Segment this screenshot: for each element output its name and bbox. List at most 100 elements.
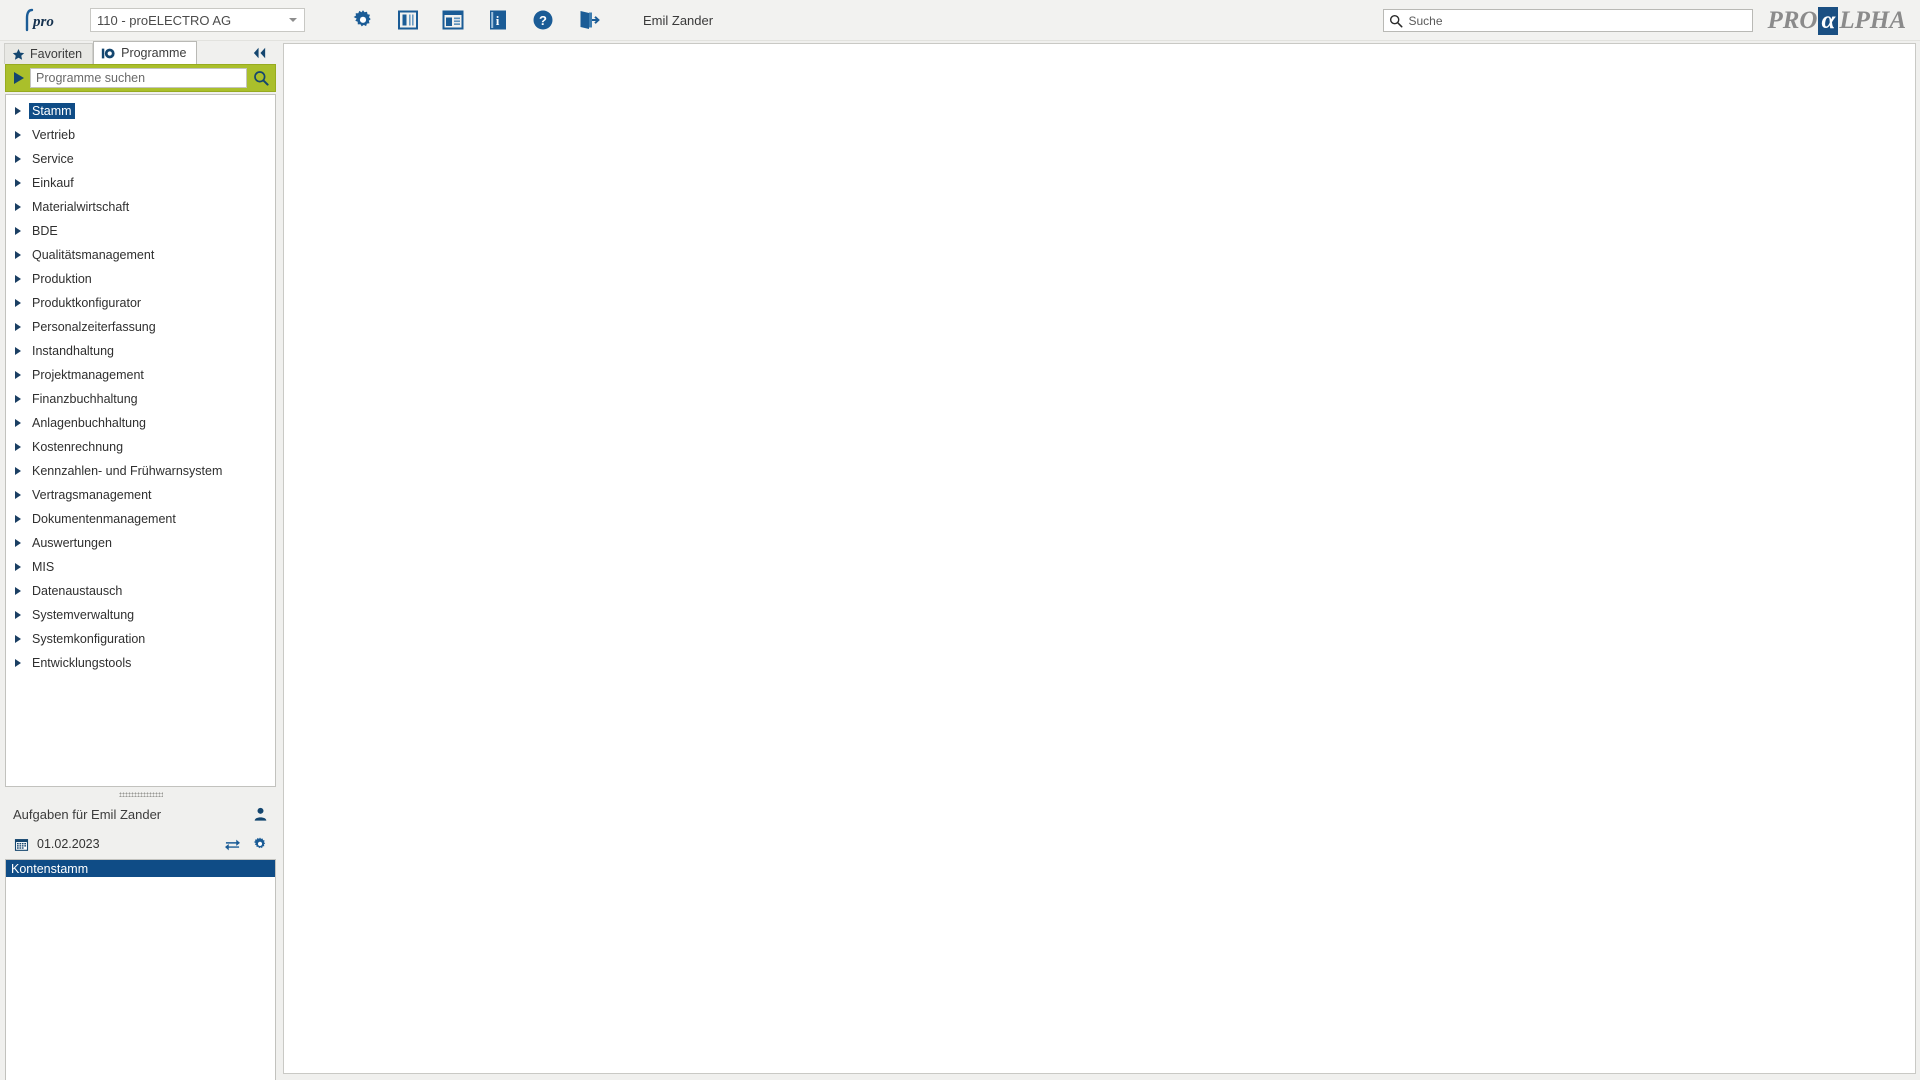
chevron-right-icon[interactable] bbox=[15, 227, 29, 235]
pro-logo: pro bbox=[22, 5, 68, 35]
proalpha-logo: PRO α LPHA bbox=[1767, 6, 1906, 35]
tree-item[interactable]: Qualitätsmanagement bbox=[6, 243, 275, 267]
calendar-icon[interactable] bbox=[13, 836, 29, 852]
chevron-right-icon[interactable] bbox=[15, 299, 29, 307]
tree-item-label: Anlagenbuchhaltung bbox=[32, 416, 146, 430]
tree-item[interactable]: Stamm bbox=[6, 99, 275, 123]
tree-item[interactable]: Instandhaltung bbox=[6, 339, 275, 363]
program-tree: Stamm Vertrieb Service Einkauf Materialwirts… bbox=[6, 95, 275, 675]
tree-item[interactable]: Vertragsmanagement bbox=[6, 483, 275, 507]
svg-text:i: i bbox=[495, 13, 499, 28]
splitter-grip bbox=[118, 792, 163, 797]
tree-item-label: Systemverwaltung bbox=[32, 608, 135, 622]
chevron-right-icon[interactable] bbox=[15, 323, 29, 331]
search-input[interactable]: Suche bbox=[1383, 9, 1754, 32]
search-placeholder: Suche bbox=[1408, 13, 1443, 28]
chevron-right-icon[interactable] bbox=[15, 659, 29, 667]
chevron-right-icon[interactable] bbox=[15, 203, 29, 211]
tasks-panel: Aufgaben für Emil Zander 01.02.2023 Kont… bbox=[5, 799, 276, 1080]
chevron-right-icon[interactable] bbox=[15, 563, 29, 571]
brand-part-2: LPHA bbox=[1839, 6, 1906, 34]
tree-item[interactable]: Materialwirtschaft bbox=[6, 195, 275, 219]
main-content-area bbox=[281, 41, 1920, 1080]
main-workspace[interactable] bbox=[283, 43, 1916, 1074]
programs-icon bbox=[101, 48, 115, 58]
tab-favoriten[interactable]: Favoriten bbox=[4, 43, 94, 64]
logout-icon[interactable] bbox=[574, 7, 601, 34]
gear-icon[interactable] bbox=[250, 834, 270, 854]
chevron-right-icon[interactable] bbox=[15, 611, 29, 619]
tree-item[interactable]: Personalzeiterfassung bbox=[6, 315, 275, 339]
tree-item-label: Finanzbuchhaltung bbox=[32, 392, 138, 406]
chevron-right-icon[interactable] bbox=[15, 443, 29, 451]
chevron-right-icon[interactable] bbox=[15, 251, 29, 259]
tree-item[interactable]: Dokumentenmanagement bbox=[6, 507, 275, 531]
collapse-sidebar-button[interactable] bbox=[249, 44, 269, 62]
chevron-right-icon[interactable] bbox=[15, 419, 29, 427]
tree-item-label: MIS bbox=[32, 560, 55, 574]
chevron-right-icon[interactable] bbox=[15, 155, 29, 163]
program-search-placeholder: Programme suchen bbox=[36, 71, 146, 85]
help-icon[interactable]: ? bbox=[529, 7, 556, 34]
chevron-right-icon[interactable] bbox=[15, 395, 29, 403]
tree-item[interactable]: Entwicklungstools bbox=[6, 651, 275, 675]
chevron-right-icon[interactable] bbox=[15, 515, 29, 523]
program-search-input[interactable]: Programme suchen bbox=[30, 68, 247, 88]
tree-item[interactable]: Anlagenbuchhaltung bbox=[6, 411, 275, 435]
window-split-icon[interactable] bbox=[394, 7, 421, 34]
chevron-right-icon[interactable] bbox=[15, 179, 29, 187]
chevron-right-icon[interactable] bbox=[15, 467, 29, 475]
tab-programme-label: Programme bbox=[121, 46, 187, 60]
panel-splitter[interactable] bbox=[5, 790, 276, 799]
tree-item[interactable]: Vertrieb bbox=[6, 123, 275, 147]
tree-item-label: Qualitätsmanagement bbox=[32, 248, 155, 262]
header-right-group: Suche PRO α LPHA bbox=[1383, 0, 1920, 41]
chevron-right-icon[interactable] bbox=[15, 587, 29, 595]
program-search-button[interactable] bbox=[251, 68, 271, 88]
tasks-header: Aufgaben für Emil Zander bbox=[5, 799, 276, 829]
chevron-right-icon[interactable] bbox=[15, 347, 29, 355]
app-header: pro 110 - proELECTRO AG i ? Emil Zander … bbox=[0, 0, 1920, 41]
settings-icon[interactable] bbox=[349, 7, 376, 34]
info-book-icon[interactable]: i bbox=[484, 7, 511, 34]
tasks-date: 01.02.2023 bbox=[37, 837, 100, 851]
tree-item[interactable]: Kostenrechnung bbox=[6, 435, 275, 459]
tree-item-label: Vertragsmanagement bbox=[32, 488, 152, 502]
tree-item-label: Dokumentenmanagement bbox=[32, 512, 176, 526]
chevron-right-icon[interactable] bbox=[15, 371, 29, 379]
tree-item[interactable]: Produktkonfigurator bbox=[6, 291, 275, 315]
tree-item[interactable]: Auswertungen bbox=[6, 531, 275, 555]
company-select-value: 110 - proELECTRO AG bbox=[97, 12, 232, 28]
chevron-right-icon[interactable] bbox=[15, 275, 29, 283]
refresh-icon[interactable] bbox=[222, 834, 242, 854]
tree-item[interactable]: Systemkonfiguration bbox=[6, 627, 275, 651]
company-select[interactable]: 110 - proELECTRO AG bbox=[90, 8, 305, 32]
tab-programme[interactable]: Programme bbox=[93, 41, 198, 64]
tree-item-label: Kostenrechnung bbox=[32, 440, 124, 454]
layout-icon[interactable] bbox=[439, 7, 466, 34]
star-icon bbox=[12, 48, 25, 60]
brand-alpha-box: α bbox=[1818, 6, 1839, 35]
tree-item[interactable]: Finanzbuchhaltung bbox=[6, 387, 275, 411]
chevron-right-icon[interactable] bbox=[15, 539, 29, 547]
tasks-title: Aufgaben für Emil Zander bbox=[13, 806, 162, 822]
tree-item[interactable]: Einkauf bbox=[6, 171, 275, 195]
tree-item[interactable]: Produktion bbox=[6, 267, 275, 291]
run-program-button[interactable] bbox=[10, 69, 26, 87]
tree-item[interactable]: Datenaustausch bbox=[6, 579, 275, 603]
chevron-right-icon[interactable] bbox=[15, 635, 29, 643]
chevron-right-icon[interactable] bbox=[15, 131, 29, 139]
tree-item[interactable]: MIS bbox=[6, 555, 275, 579]
task-row[interactable]: Kontenstamm bbox=[6, 860, 275, 877]
tree-item-label: Produktion bbox=[32, 272, 92, 286]
chevron-right-icon[interactable] bbox=[15, 491, 29, 499]
tree-item[interactable]: Kennzahlen- und Frühwarnsystem bbox=[6, 459, 275, 483]
tree-item[interactable]: BDE bbox=[6, 219, 275, 243]
left-sidebar: Favoriten Programme Programme suchen Sta… bbox=[0, 41, 281, 1080]
program-search-bar: Programme suchen bbox=[5, 64, 276, 92]
user-icon[interactable] bbox=[250, 804, 270, 824]
chevron-right-icon[interactable] bbox=[15, 107, 29, 115]
tree-item[interactable]: Service bbox=[6, 147, 275, 171]
tree-item[interactable]: Projektmanagement bbox=[6, 363, 275, 387]
tree-item[interactable]: Systemverwaltung bbox=[6, 603, 275, 627]
